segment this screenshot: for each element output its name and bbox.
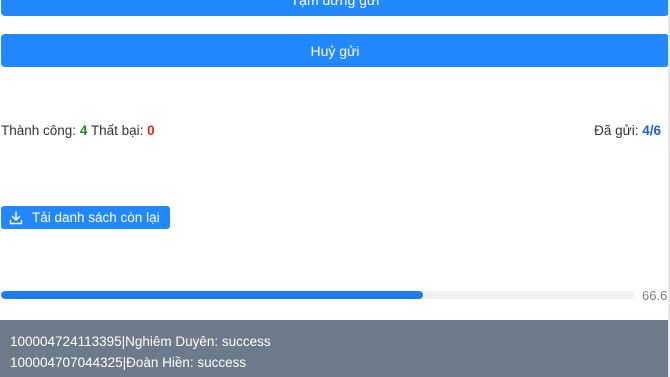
log-line: 100004707044325|Đoàn Hiền: success bbox=[10, 355, 247, 370]
cancel-sending-button[interactable]: Huỷ gửi bbox=[1, 34, 669, 67]
pause-sending-label: Tạm dừng gửi bbox=[290, 0, 380, 8]
success-label: Thành công: bbox=[1, 123, 77, 138]
sent-label: Đã gửi: bbox=[594, 123, 639, 138]
result-log-panel: 100004724113395|Nghiêm Duyên: success 10… bbox=[0, 320, 668, 377]
download-remaining-label: Tải danh sách còn lại bbox=[32, 210, 160, 225]
progress-fill bbox=[1, 291, 423, 299]
download-icon bbox=[9, 210, 23, 224]
fail-label: Thất bại: bbox=[90, 123, 144, 138]
stats-row: Thành công: 4 Thất bại: 0 Đã gửi: 4/6 bbox=[1, 123, 661, 141]
success-count: 4 bbox=[79, 123, 88, 138]
sent-value: 4/6 bbox=[642, 123, 661, 138]
progress-bar bbox=[1, 291, 634, 299]
cancel-sending-label: Huỷ gửi bbox=[310, 42, 360, 59]
log-line: 100004724113395|Nghiêm Duyên: success bbox=[10, 334, 271, 349]
stats-left: Thành công: 4 Thất bại: 0 bbox=[1, 123, 155, 138]
progress-percent-text: 66.6 bbox=[642, 288, 668, 303]
pause-sending-button[interactable]: Tạm dừng gửi bbox=[1, 0, 669, 16]
stats-right: Đã gửi: 4/6 bbox=[594, 123, 661, 138]
download-remaining-button[interactable]: Tải danh sách còn lại bbox=[1, 206, 170, 229]
fail-count: 0 bbox=[147, 123, 155, 138]
